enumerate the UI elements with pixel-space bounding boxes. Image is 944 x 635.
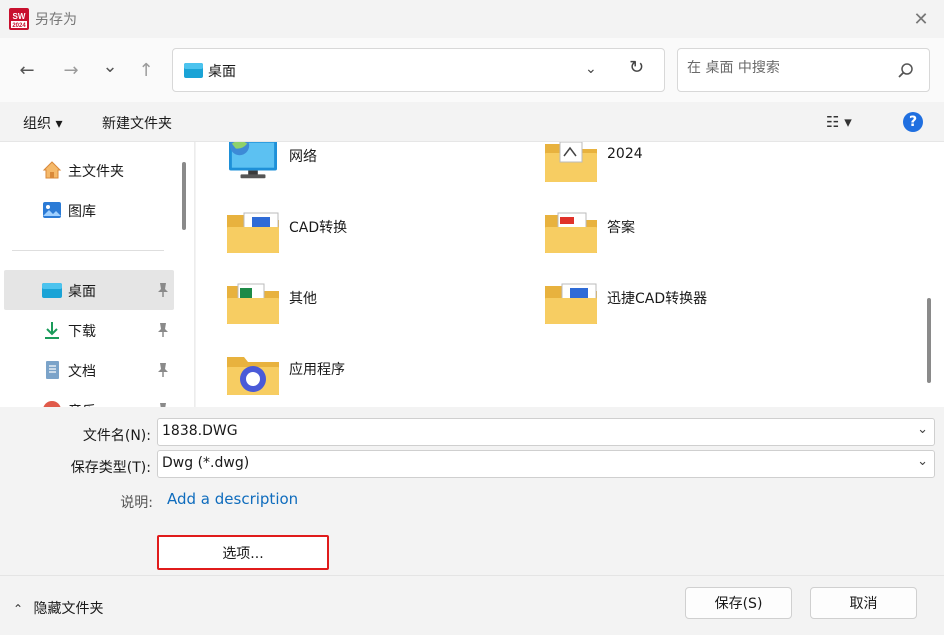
filename-label: 文件名(N): [82,428,151,444]
navigation-bar: ← → ⌄ ↑ 桌面 ⌄ ↻ [0,38,944,102]
gallery-icon [43,202,61,218]
cancel-button[interactable]: 取消 [810,587,917,619]
folder-icon [227,283,279,324]
organize-menu[interactable]: 组织 ▾ [23,113,62,133]
svg-text:SW: SW [13,12,26,21]
sidebar-item-desktop[interactable]: 桌面 [4,270,174,310]
window-title: 另存为 [35,12,77,28]
hide-folders-label: 隐藏文件夹 [33,601,104,617]
sidebar-item-label: 主文件夹 [68,164,124,180]
file-list: 网络 2024 CAD转换 答案 其他 迅捷CAD转换器 应用程序 [196,142,944,407]
view-options-button[interactable]: ☷ ▾ [826,113,852,131]
folder-icon [545,212,597,253]
forward-button[interactable]: → [57,56,85,84]
desktop-icon [42,283,62,298]
arrow-up-icon: ↑ [138,59,154,81]
chevron-down-icon[interactable]: ⌄ [585,61,597,77]
refresh-icon[interactable]: ↻ [629,57,644,78]
help-icon: ? [908,114,918,130]
filename-combobox[interactable]: ⌄ [157,418,935,446]
folder-icon [227,212,279,253]
chevron-down-icon: ⌄ [102,55,118,77]
address-bar[interactable]: 桌面 ⌄ ↻ [172,48,665,92]
pin-icon[interactable] [156,282,170,298]
sidebar-scrollbar[interactable] [182,162,186,230]
sidebar-item-music[interactable]: 音乐 [4,390,174,407]
list-item[interactable]: CAD转换 [226,212,526,279]
close-icon: ✕ [913,8,929,30]
download-icon [45,322,59,339]
list-item[interactable]: 应用程序 [226,357,526,407]
file-name: 应用程序 [289,362,345,378]
file-name: 其他 [289,291,317,307]
folder-icon [545,283,597,324]
list-item[interactable]: 2024 [544,142,844,208]
search-box[interactable] [677,48,930,92]
navigation-pane: 主文件夹 图库 桌面 下载 文档 [0,142,195,407]
list-item[interactable]: 其他 [226,283,526,350]
address-text: 桌面 [208,64,236,80]
sidebar-item-label: 下载 [68,324,96,340]
help-button[interactable]: ? [903,112,923,132]
close-button[interactable]: ✕ [898,0,944,38]
folder-icon [227,357,279,395]
sidebar-divider [12,250,164,251]
recent-locations-button[interactable]: ⌄ [96,52,124,80]
chevron-down-icon[interactable]: ⌄ [917,454,928,469]
list-item[interactable]: 答案 [544,212,844,279]
save-button[interactable]: 保存(S) [685,587,792,619]
sidebar-item-label: 桌面 [68,284,96,300]
arrow-left-icon: ← [19,59,35,81]
up-button[interactable]: ↑ [132,56,160,84]
title-bar: SW 2024 另存为 ✕ [0,0,944,38]
new-folder-button[interactable]: 新建文件夹 [102,113,172,133]
music-icon [43,401,61,407]
pin-icon[interactable] [156,322,170,338]
document-icon [46,361,59,379]
dialog-footer: ⌃ 隐藏文件夹 保存(S) 取消 [0,575,944,635]
back-button[interactable]: ← [13,56,41,84]
pin-icon[interactable] [156,362,170,378]
filetype-select[interactable]: Dwg (*.dwg) ⌄ [157,450,935,478]
hide-folders-toggle[interactable]: ⌃ 隐藏文件夹 [13,598,104,618]
file-name: 网络 [289,149,317,165]
home-icon [42,161,62,179]
command-toolbar: 组织 ▾ 新建文件夹 ☷ ▾ ? [0,102,944,142]
filename-input[interactable] [162,423,892,439]
sidebar-item-gallery[interactable]: 图库 [4,190,174,230]
list-item[interactable]: 迅捷CAD转换器 [544,283,844,350]
description-label: 说明: [120,495,153,511]
network-icon [229,142,277,179]
file-list-scrollbar[interactable] [927,298,931,383]
save-form: 文件名(N): ⌄ 保存类型(T): Dwg (*.dwg) ⌄ 说明: Add… [0,407,944,575]
chevron-up-icon: ⌃ [13,602,24,616]
sidebar-item-home[interactable]: 主文件夹 [4,150,174,190]
desktop-icon [184,63,203,78]
sidebar-item-label: 文档 [68,364,96,380]
options-button[interactable]: 选项... [157,535,329,570]
svg-text:2024: 2024 [12,23,26,29]
file-name: 迅捷CAD转换器 [607,291,708,307]
sidebar-item-downloads[interactable]: 下载 [4,310,174,350]
file-name: CAD转换 [289,220,348,236]
cancel-button-label: 取消 [849,596,878,612]
filetype-value: Dwg (*.dwg) [162,455,250,471]
file-name: 2024 [607,146,643,162]
chevron-down-icon[interactable]: ⌄ [917,422,928,437]
save-button-label: 保存(S) [714,596,763,612]
filetype-label: 保存类型(T): [70,460,151,476]
folder-icon [545,142,597,182]
solidworks-app-icon: SW 2024 [9,8,29,30]
list-item[interactable]: 网络 [226,142,526,208]
search-icon[interactable] [897,62,915,80]
file-name: 答案 [607,220,635,236]
search-input[interactable] [687,60,887,76]
sidebar-item-label: 图库 [68,204,96,220]
options-button-label: 选项... [222,545,264,562]
arrow-right-icon: → [63,59,79,81]
add-description-link[interactable]: Add a description [167,490,298,508]
sidebar-item-documents[interactable]: 文档 [4,350,174,390]
